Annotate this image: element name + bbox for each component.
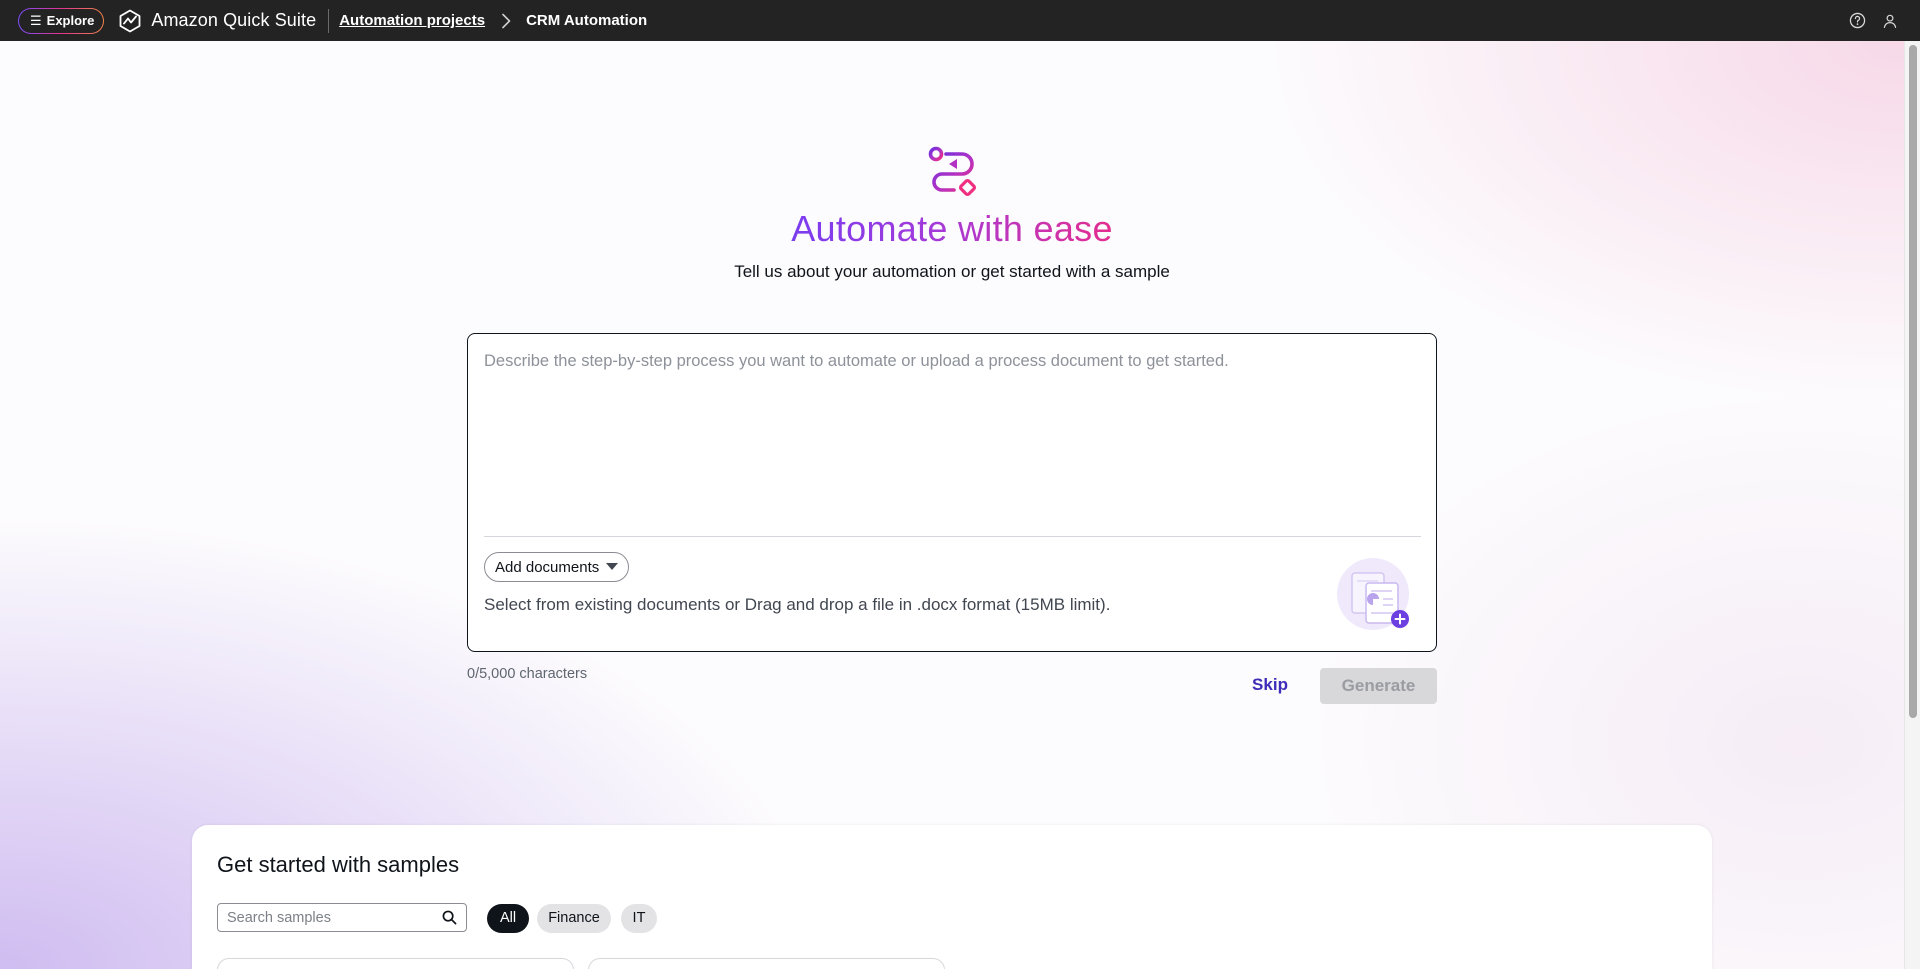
filter-chip-all[interactable]: All [487,904,529,933]
generate-button[interactable]: Generate [1320,668,1437,704]
help-circle-icon[interactable] [1849,12,1866,29]
hero-title: Automate with ease [791,208,1113,249]
process-description-box: Add documents Select from existing docum… [467,333,1437,652]
breadcrumb-automation-projects-link[interactable]: Automation projects [339,12,485,29]
sample-card[interactable] [217,958,574,969]
filter-chip-it[interactable]: IT [621,904,657,933]
search-samples-input[interactable] [227,908,432,928]
top-navigation-bar: ☰ Explore Amazon Quick Suite Automation … [0,0,1920,41]
brand-name: Amazon Quick Suite [151,10,317,30]
prompt-divider [484,536,1421,537]
process-description-input[interactable] [484,352,1420,532]
explore-button[interactable]: ☰ Explore [18,8,104,34]
samples-title: Get started with samples [217,852,460,877]
search-icon[interactable] [442,910,457,930]
add-documents-dropdown[interactable]: Add documents [484,552,630,582]
hero-subtitle: Tell us about your automation or get sta… [734,262,1170,281]
automation-flow-icon [924,144,980,200]
breadcrumb: Automation projects CRM Automation [339,12,647,29]
quick-suite-logo-icon [118,9,142,33]
upload-hint: Select from existing documents or Drag a… [484,595,1111,614]
filter-chip-finance[interactable]: Finance [537,904,611,933]
samples-section: Get started with samples All Finance IT [192,825,1712,969]
caret-down-icon [606,563,619,571]
chevron-right-icon [501,13,511,29]
add-documents-label: Add documents [495,558,600,576]
character-count: 0/5,000 characters [467,666,588,682]
search-samples-field[interactable] [217,903,467,932]
explore-label: Explore [46,13,95,28]
sample-card[interactable] [588,958,945,969]
menu-icon: ☰ [30,13,42,28]
page-scrollbar[interactable] [1904,41,1920,969]
scrollbar-thumb[interactable] [1909,45,1917,718]
breadcrumb-current: CRM Automation [526,12,648,29]
user-icon[interactable] [1882,13,1898,29]
upload-documents-icon[interactable] [1328,557,1418,637]
topbar-actions [1849,0,1898,41]
topbar-divider [328,8,330,33]
skip-button[interactable]: Skip [1240,670,1300,700]
brand[interactable]: Amazon Quick Suite [118,9,316,33]
